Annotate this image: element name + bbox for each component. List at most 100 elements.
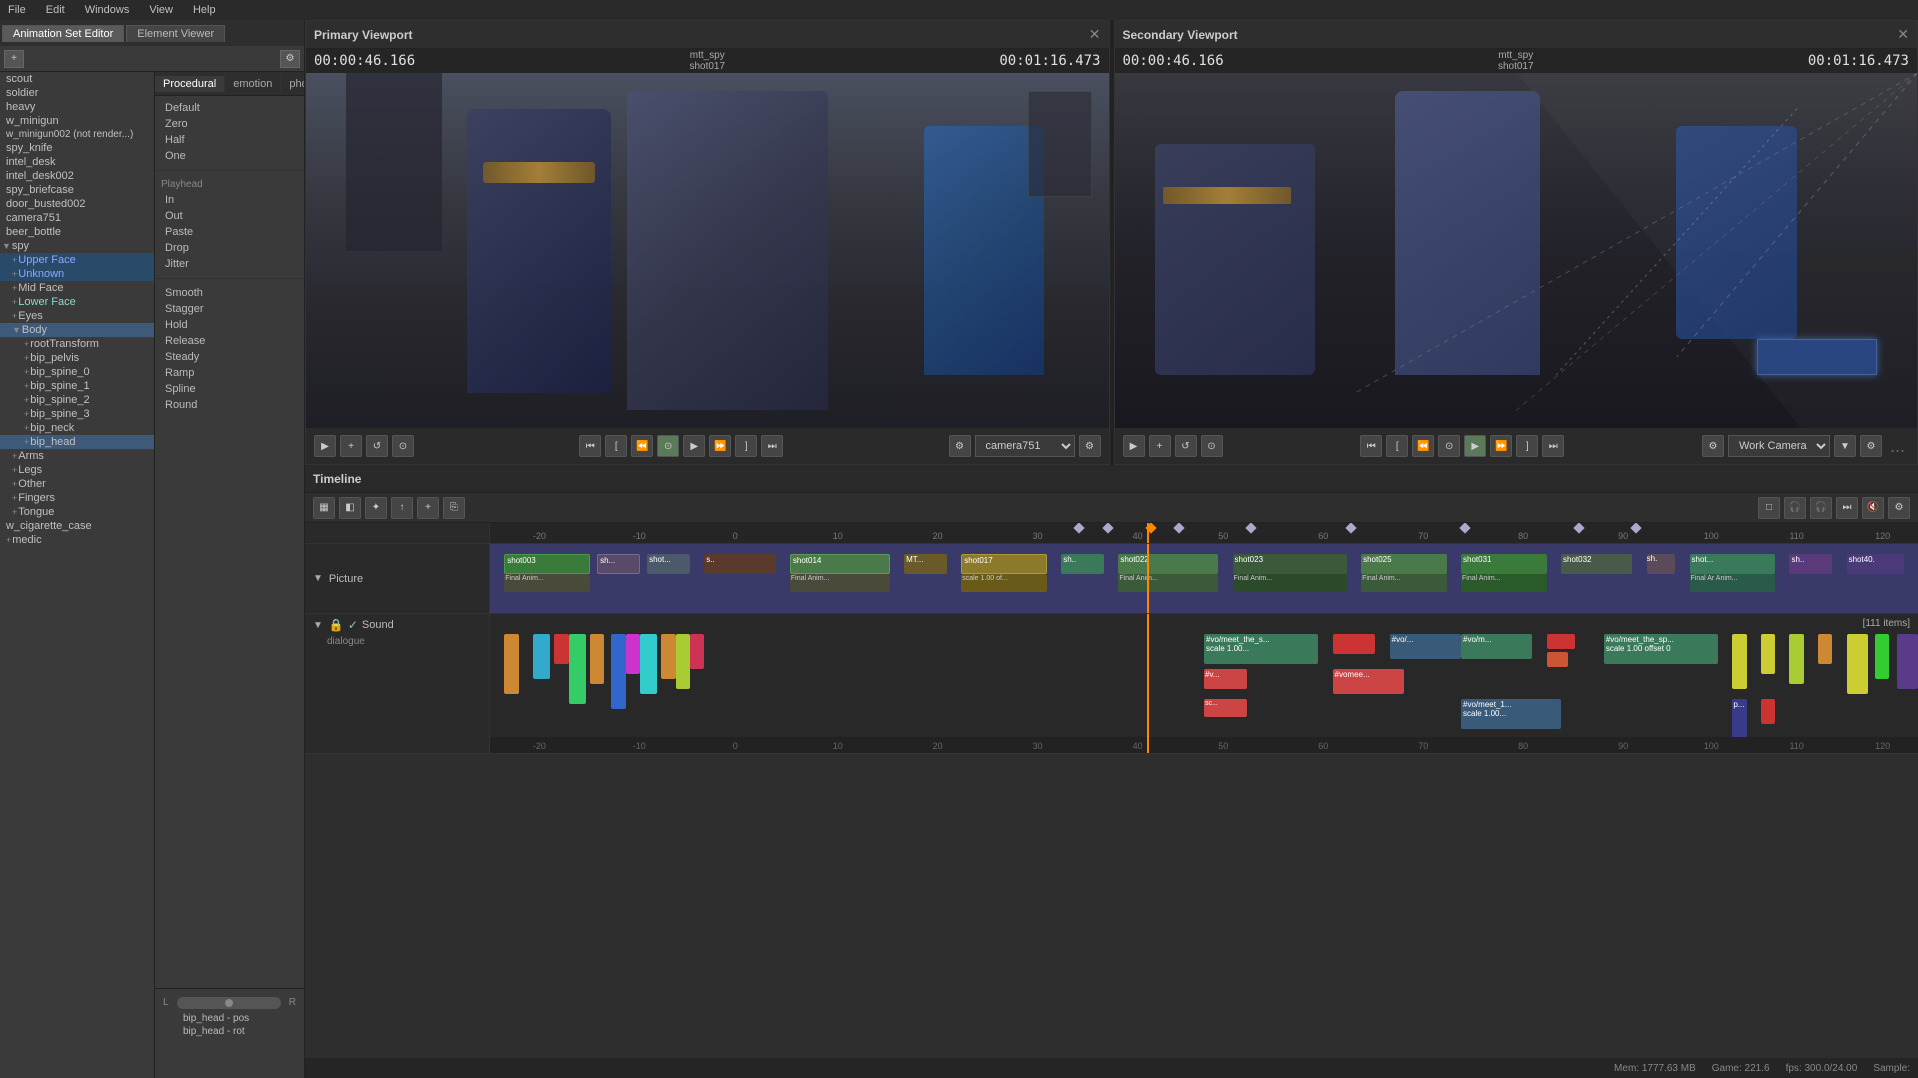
secondary-viewport-close[interactable]: ✕ xyxy=(1897,26,1909,43)
timeline-settings[interactable]: ⚙ xyxy=(1888,497,1910,519)
interp-item-zero[interactable]: Zero xyxy=(157,116,302,132)
picture-collapse[interactable]: ▼ xyxy=(313,573,323,584)
sound-bar-8[interactable] xyxy=(640,634,657,694)
shot-block-shot-s[interactable]: shot... xyxy=(647,554,690,574)
tree-item-tongue[interactable]: + Tongue xyxy=(0,505,154,519)
tree-item-lower-face[interactable]: + Lower Face xyxy=(0,295,154,309)
timeline-mute[interactable]: 🔇 xyxy=(1862,497,1884,519)
shot-block-shot031[interactable]: shot031 xyxy=(1461,554,1547,574)
sound-bar-red1[interactable] xyxy=(1547,634,1576,649)
primary-play-btn[interactable]: ⊙ xyxy=(657,435,679,457)
shot-block-final-anim6[interactable]: Final Anim... xyxy=(1461,574,1547,592)
interp-item-default[interactable]: Default xyxy=(157,100,302,116)
interp-item-half[interactable]: Half xyxy=(157,132,302,148)
sound-row2-2[interactable]: #vo/meet_1...scale 1.00... xyxy=(1461,699,1561,729)
sound-row2-4[interactable] xyxy=(1761,699,1775,724)
primary-next-button[interactable]: ⏭ xyxy=(761,435,783,457)
sound-row2-3[interactable]: p... xyxy=(1732,699,1746,739)
secondary-refresh-button[interactable]: ↺ xyxy=(1175,435,1197,457)
tree-item-intel_desk[interactable]: intel_desk xyxy=(0,155,154,169)
tree-item-bip_head[interactable]: + bip_head xyxy=(0,435,154,449)
tree-item-fingers[interactable]: + Fingers xyxy=(0,491,154,505)
tree-item-arms[interactable]: + Arms xyxy=(0,449,154,463)
interp-item-one[interactable]: One xyxy=(157,148,302,164)
shot-block-final-anim5[interactable]: Final Anim... xyxy=(1361,574,1447,592)
tree-item-w_minigun[interactable]: w_minigun xyxy=(0,114,154,128)
interp-item-spline[interactable]: Spline xyxy=(157,381,302,397)
primary-frame-fwd[interactable]: ] xyxy=(735,435,757,457)
interp-item-drop[interactable]: Drop xyxy=(157,240,302,256)
sound-vo7[interactable]: #vo/meet_the_sp...scale 1.00 offset 0 xyxy=(1604,634,1718,664)
tree-item-mid-face[interactable]: + Mid Face xyxy=(0,281,154,295)
timeline-btn-2[interactable]: ◧ xyxy=(339,497,361,519)
tree-item-other[interactable]: + Other xyxy=(0,477,154,491)
shot-block-s2[interactable]: s.. xyxy=(704,554,775,574)
settings-button[interactable]: ⚙ xyxy=(280,50,300,68)
interp-item-smooth[interactable]: Smooth xyxy=(157,285,302,301)
sound-bar-9[interactable] xyxy=(661,634,675,679)
sound-vo1[interactable]: #vo/meet_the_s...scale 1.00... xyxy=(1204,634,1318,664)
secondary-play-button[interactable]: ▶ xyxy=(1123,435,1145,457)
sound-bar-2[interactable] xyxy=(533,634,550,679)
tree-item-w_cigarette_case[interactable]: w_cigarette_case xyxy=(0,519,154,533)
sound-bar-yellow3[interactable] xyxy=(1847,634,1868,694)
secondary-settings-btn[interactable]: ⚙ xyxy=(1702,435,1724,457)
tree-item-beer_bottle[interactable]: beer_bottle xyxy=(0,225,154,239)
tree-item-bip_spine_2[interactable]: + bip_spine_2 xyxy=(0,393,154,407)
primary-record-button[interactable]: ⊙ xyxy=(392,435,414,457)
interp-item-out[interactable]: Out xyxy=(157,208,302,224)
timeline-btn-copy[interactable]: ⎘ xyxy=(443,497,465,519)
tree-item-spy_briefcase[interactable]: spy_briefcase xyxy=(0,183,154,197)
sound-bar-red2[interactable] xyxy=(1547,652,1568,667)
secondary-play-btn-2[interactable]: ⊙ xyxy=(1438,435,1460,457)
tree-item-legs[interactable]: + Legs xyxy=(0,463,154,477)
timeline-sound-1[interactable]: □ xyxy=(1758,497,1780,519)
tree-item-upper-face[interactable]: + Upper Face xyxy=(0,253,154,267)
shot-block-shot023[interactable]: shot023 xyxy=(1233,554,1347,574)
sound-bar-5[interactable] xyxy=(590,634,604,684)
primary-prev-button[interactable]: ⏮ xyxy=(579,435,601,457)
timeline-nav-end[interactable]: ⏭ xyxy=(1836,497,1858,519)
interp-item-stagger[interactable]: Stagger xyxy=(157,301,302,317)
secondary-next-button[interactable]: ⏭ xyxy=(1542,435,1564,457)
tree-item-spy[interactable]: ▼ spy xyxy=(0,239,154,253)
interp-tab-procedural[interactable]: Procedural xyxy=(155,76,225,92)
timeline-btn-arrow[interactable]: ↑ xyxy=(391,497,413,519)
primary-camera-settings[interactable]: ⚙ xyxy=(1079,435,1101,457)
shot-block-shot014[interactable]: shot014 xyxy=(790,554,890,574)
tree-item-medic[interactable]: + medic xyxy=(0,533,154,547)
sound-vo5[interactable]: #v... xyxy=(1204,669,1247,689)
sound-bar-10[interactable] xyxy=(676,634,690,689)
sound-bar-green1[interactable] xyxy=(1789,634,1803,684)
tree-item-scout[interactable]: scout xyxy=(0,72,154,86)
shot-block-shot032[interactable]: shot032 xyxy=(1561,554,1632,574)
secondary-play-fwd[interactable]: ▶ xyxy=(1464,435,1486,457)
tree-item-body[interactable]: ▼ Body xyxy=(0,323,154,337)
sound-bar-3[interactable] xyxy=(554,634,568,664)
sound-bar-1[interactable] xyxy=(504,634,518,694)
timeline-sound-2[interactable]: 🎧 xyxy=(1784,497,1806,519)
interp-tab-emotion[interactable]: emotion xyxy=(225,76,281,92)
secondary-frame-fwd[interactable]: ] xyxy=(1516,435,1538,457)
shot-block-shot017[interactable]: shot017 xyxy=(961,554,1047,574)
tree-item-bip_spine_3[interactable]: + bip_spine_3 xyxy=(0,407,154,421)
tree-item-bip_pelvis[interactable]: + bip_pelvis xyxy=(0,351,154,365)
menu-view[interactable]: View xyxy=(145,4,177,16)
tree-item-spy_knife[interactable]: spy_knife xyxy=(0,141,154,155)
add-button[interactable]: + xyxy=(4,50,24,68)
primary-play-fwd[interactable]: ▶ xyxy=(683,435,705,457)
primary-frame-back[interactable]: [ xyxy=(605,435,627,457)
tree-item-intel_desk002[interactable]: intel_desk002 xyxy=(0,169,154,183)
timeline-sound-3[interactable]: 🎧 xyxy=(1810,497,1832,519)
secondary-frame-back[interactable]: [ xyxy=(1386,435,1408,457)
menu-file[interactable]: File xyxy=(4,4,30,16)
tree-item-camera751[interactable]: camera751 xyxy=(0,211,154,225)
secondary-next-key[interactable]: ⏩ xyxy=(1490,435,1512,457)
shot-block-shot-end[interactable]: shot... xyxy=(1690,554,1776,574)
sound-bar-yellow2[interactable] xyxy=(1761,634,1775,674)
timeline-btn-add[interactable]: + xyxy=(417,497,439,519)
sound-collapse[interactable]: ▼ xyxy=(313,620,323,631)
sound-content[interactable]: [111 items] #vo/m xyxy=(490,614,1918,753)
sound-bar-6[interactable] xyxy=(611,634,625,709)
shot-block-sh3[interactable]: sh. xyxy=(1647,554,1676,574)
